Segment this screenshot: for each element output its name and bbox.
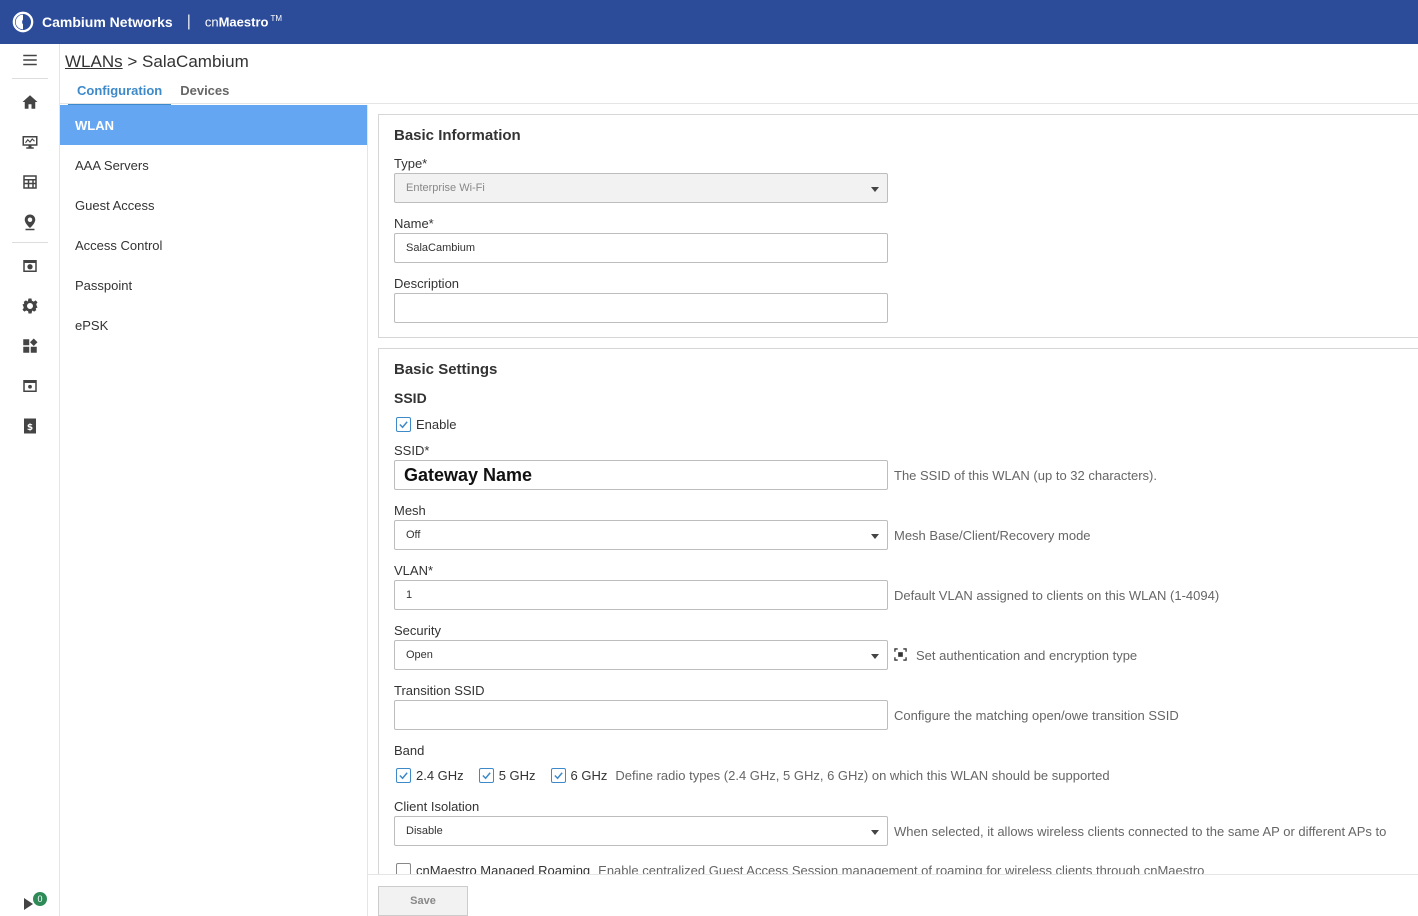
table-icon[interactable] bbox=[20, 172, 40, 192]
location-pin-icon[interactable] bbox=[20, 212, 40, 232]
band-5ghz-checkbox[interactable] bbox=[478, 768, 494, 783]
managed-roaming-row: cnMaestro Managed Roaming Enable central… bbox=[396, 863, 1204, 874]
product-name: cnMaestro TM bbox=[204, 14, 283, 30]
main-content[interactable]: Basic Information Type* Enterprise Wi-Fi… bbox=[368, 104, 1418, 874]
transition-ssid-input[interactable] bbox=[394, 700, 888, 730]
type-label: Type* bbox=[394, 156, 428, 171]
menu-icon[interactable] bbox=[20, 50, 40, 70]
name-label: Name* bbox=[394, 216, 434, 231]
enable-checkbox[interactable] bbox=[396, 417, 411, 432]
basic-settings-card: Basic Settings SSID Enable SSID* Gateway… bbox=[378, 348, 1418, 874]
type-select: Enterprise Wi-Fi bbox=[394, 173, 888, 203]
name-input[interactable]: SalaCambium bbox=[394, 233, 888, 263]
chevron-down-icon bbox=[871, 830, 879, 835]
home-icon[interactable] bbox=[20, 92, 40, 112]
enable-checkbox-row[interactable]: Enable bbox=[396, 417, 456, 432]
security-label: Security bbox=[394, 623, 441, 638]
left-rail: $ 0 bbox=[0, 44, 60, 916]
band-2-4ghz-checkbox[interactable] bbox=[396, 768, 411, 783]
client-isolation-value: Disable bbox=[406, 825, 443, 837]
ssid-input[interactable]: Gateway Name bbox=[394, 460, 888, 490]
client-isolation-hint: When selected, it allows wireless client… bbox=[894, 824, 1387, 839]
client-isolation-label: Client Isolation bbox=[394, 799, 480, 814]
notification-badge: 0 bbox=[33, 892, 47, 906]
svg-text:$: $ bbox=[27, 423, 33, 433]
save-button[interactable]: Save bbox=[378, 886, 468, 916]
band-hint: Define radio types (2.4 GHz, 5 GHz, 6 GH… bbox=[615, 768, 1110, 783]
vlan-value: 1 bbox=[406, 589, 413, 601]
sub-navigation: WLAN AAA Servers Guest Access Access Con… bbox=[60, 105, 368, 916]
calendar-settings-icon[interactable] bbox=[20, 376, 40, 396]
mesh-label: Mesh bbox=[394, 503, 426, 518]
description-input[interactable] bbox=[394, 293, 888, 323]
ssid-label: SSID* bbox=[394, 443, 430, 458]
security-select[interactable]: Open bbox=[394, 640, 888, 670]
band-5ghz-label: 5 GHz bbox=[498, 768, 536, 783]
subnav-item-access-control[interactable]: Access Control bbox=[60, 225, 367, 265]
check-icon bbox=[482, 772, 491, 780]
basic-settings-title: Basic Settings bbox=[394, 361, 498, 378]
type-value: Enterprise Wi-Fi bbox=[406, 182, 485, 194]
client-isolation-select[interactable]: Disable bbox=[394, 816, 888, 846]
brand[interactable]: Cambium Networks bbox=[12, 11, 173, 33]
enable-label: Enable bbox=[416, 417, 457, 432]
security-hint: Set authentication and encryption type bbox=[916, 648, 1138, 663]
band-row: 2.4 GHz 5 GHz 6 GHz Define radio types (… bbox=[396, 768, 1110, 783]
breadcrumb-wlans-link[interactable]: WLANs bbox=[65, 52, 123, 71]
band-6ghz-checkbox[interactable] bbox=[550, 768, 566, 783]
rail-divider bbox=[12, 242, 48, 243]
chevron-down-icon bbox=[871, 654, 879, 659]
vlan-hint: Default VLAN assigned to clients on this… bbox=[894, 588, 1220, 603]
band-2-4ghz-label: 2.4 GHz bbox=[416, 768, 464, 783]
breadcrumb-current: SalaCambium bbox=[142, 52, 249, 71]
basic-information-card: Basic Information Type* Enterprise Wi-Fi… bbox=[378, 114, 1418, 338]
ssid-value: Gateway Name bbox=[404, 464, 533, 485]
billing-icon[interactable]: $ bbox=[20, 416, 40, 436]
basic-information-title: Basic Information bbox=[394, 127, 521, 144]
mesh-select[interactable]: Off bbox=[394, 520, 888, 550]
managed-roaming-hint: Enable centralized Guest Access Session … bbox=[598, 863, 1205, 874]
subnav-item-epsk[interactable]: ePSK bbox=[60, 305, 367, 345]
vlan-input[interactable]: 1 bbox=[394, 580, 888, 610]
rail-divider bbox=[12, 78, 48, 79]
check-icon bbox=[553, 772, 563, 780]
subnav-item-wlan[interactable]: WLAN bbox=[60, 105, 367, 145]
top-bar: Cambium Networks | cnMaestro TM bbox=[0, 0, 1418, 44]
brand-name: Cambium Networks bbox=[42, 14, 173, 30]
breadcrumb-separator: > bbox=[127, 52, 138, 71]
cambium-logo-icon bbox=[12, 11, 34, 33]
subnav-item-passpoint[interactable]: Passpoint bbox=[60, 265, 367, 305]
breadcrumb: WLANs > SalaCambium bbox=[65, 52, 249, 72]
transition-ssid-hint: Configure the matching open/owe transiti… bbox=[894, 708, 1179, 723]
ssid-hint: The SSID of this WLAN (up to 32 characte… bbox=[894, 468, 1157, 483]
vlan-label: VLAN* bbox=[394, 563, 434, 578]
managed-roaming-label: cnMaestro Managed Roaming bbox=[416, 863, 591, 874]
brand-separator: | bbox=[186, 13, 191, 30]
subnav-item-aaa-servers[interactable]: AAA Servers bbox=[60, 145, 367, 185]
name-value: SalaCambium bbox=[406, 242, 476, 254]
chevron-down-icon bbox=[871, 534, 879, 539]
check-icon bbox=[399, 421, 408, 429]
apps-icon[interactable] bbox=[20, 336, 40, 356]
managed-roaming-checkbox[interactable] bbox=[396, 863, 411, 874]
mesh-value: Off bbox=[406, 529, 421, 541]
check-icon bbox=[399, 772, 408, 780]
transition-ssid-label: Transition SSID bbox=[394, 683, 485, 698]
chevron-down-icon bbox=[871, 187, 879, 192]
security-settings-icon[interactable] bbox=[894, 648, 907, 661]
ssid-section-heading: SSID bbox=[394, 390, 427, 406]
band-6ghz-label: 6 GHz bbox=[570, 768, 608, 783]
subnav-item-guest-access[interactable]: Guest Access bbox=[60, 185, 367, 225]
description-label: Description bbox=[394, 276, 460, 291]
dashboard-icon[interactable] bbox=[20, 256, 40, 276]
form-footer: Save bbox=[368, 874, 1418, 916]
security-value: Open bbox=[406, 649, 433, 661]
band-label: Band bbox=[394, 743, 425, 758]
monitor-icon[interactable] bbox=[20, 132, 40, 152]
gear-icon[interactable] bbox=[20, 296, 40, 316]
mesh-hint: Mesh Base/Client/Recovery mode bbox=[894, 528, 1091, 543]
